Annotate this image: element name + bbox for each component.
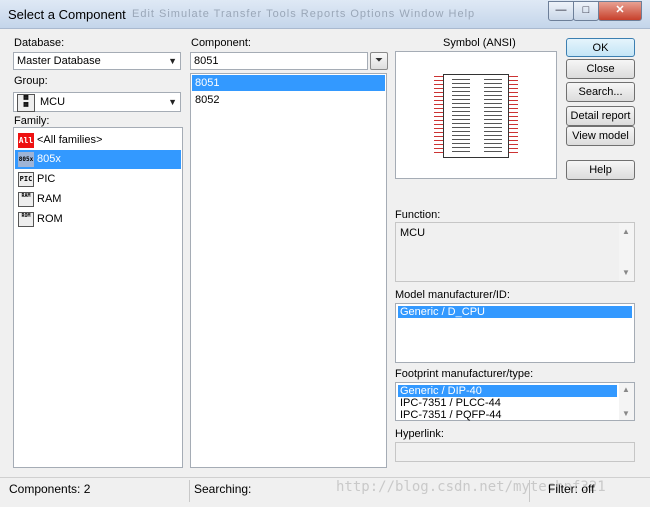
chip-symbol [443, 74, 509, 158]
family-label: Family: [14, 115, 50, 127]
chevron-down-icon: ▼ [168, 97, 177, 107]
function-label: Function: [395, 209, 441, 221]
family-item-805x[interactable]: 805x 805x [15, 150, 181, 169]
chevron-down-icon: ▼ [168, 56, 177, 66]
background-menu-text: Edit Simulate Transfer Tools Reports Opt… [132, 8, 476, 20]
status-separator [189, 480, 190, 502]
ram-chip-icon: RAM [18, 192, 34, 207]
pin-labels-right [484, 79, 502, 153]
family-item-label: RAM [37, 193, 62, 205]
footprint-item[interactable]: IPC-7351 / PLCC-44 [398, 397, 617, 409]
function-textarea[interactable]: MCU ▲ ▼ [395, 222, 635, 282]
detail-report-button[interactable]: Detail report [566, 106, 635, 126]
group-label: Group: [14, 75, 48, 87]
component-search-input[interactable]: 8051 [190, 52, 368, 70]
view-model-button[interactable]: View model [566, 126, 635, 146]
family-item-label: ROM [37, 213, 63, 225]
family-item-label: 805x [37, 153, 61, 165]
footprint-label: Footprint manufacturer/type: [395, 368, 534, 380]
symbol-label: Symbol (ANSI) [443, 37, 516, 49]
pin-labels-left [452, 79, 470, 153]
pic-chip-icon: PIC [18, 172, 34, 187]
rom-chip-icon: ROM [18, 212, 34, 227]
model-item[interactable]: Generic / D_CPU [398, 306, 632, 318]
window-title: Select a Component [8, 7, 126, 22]
filter-status: Filter: off [548, 482, 595, 496]
family-item-ram[interactable]: RAM RAM [15, 190, 181, 209]
component-label: Component: [191, 37, 251, 49]
footprint-item[interactable]: IPC-7351 / PQFP-44 [398, 409, 617, 421]
model-manufacturer-label: Model manufacturer/ID: [395, 289, 510, 301]
group-dropdown[interactable]: ▦ ▦ MCU ▼ [13, 92, 181, 112]
family-item-label: PIC [37, 173, 56, 185]
hyperlink-label: Hyperlink: [395, 428, 444, 440]
footprint-item[interactable]: Generic / DIP-40 [398, 385, 617, 397]
function-value: MCU [400, 227, 426, 239]
function-scrollbar[interactable]: ▲ ▼ [619, 223, 634, 281]
searching-status: Searching: [194, 482, 252, 496]
footprint-list[interactable]: Generic / DIP-40 IPC-7351 / PLCC-44 IPC-… [395, 382, 635, 421]
model-manufacturer-list[interactable]: Generic / D_CPU [395, 303, 635, 363]
component-list[interactable]: 8051 8052 [190, 73, 387, 468]
database-value: Master Database [17, 55, 101, 67]
scroll-down-icon[interactable]: ▼ [622, 268, 630, 277]
scroll-up-icon[interactable]: ▲ [622, 227, 630, 236]
filter-icon[interactable]: ⏷ [370, 52, 388, 70]
components-count: Components: 2 [9, 482, 91, 496]
family-item-all[interactable]: All <All families> [15, 131, 181, 150]
all-families-icon: All [18, 133, 34, 148]
symbol-preview [395, 51, 557, 179]
family-item-label: <All families> [37, 134, 103, 146]
close-window-button[interactable]: ✕ [598, 1, 642, 21]
family-list[interactable]: All <All families> 805x 805x PIC PIC RAM… [13, 127, 183, 468]
family-item-pic[interactable]: PIC PIC [15, 170, 181, 189]
minimize-button[interactable]: — [548, 1, 574, 21]
search-button[interactable]: Search... [566, 82, 635, 102]
component-item-8051[interactable]: 8051 [192, 75, 385, 91]
scroll-down-icon[interactable]: ▼ [622, 409, 630, 418]
help-button[interactable]: Help [566, 160, 635, 180]
database-label: Database: [14, 37, 65, 49]
group-value: MCU [40, 96, 66, 108]
component-item-8052[interactable]: 8052 [192, 92, 385, 108]
close-button[interactable]: Close [566, 59, 635, 79]
maximize-button[interactable]: □ [573, 1, 599, 21]
mcu-chip-icon: ▦ ▦ [17, 94, 35, 112]
footprint-scrollbar[interactable]: ▲ ▼ [619, 383, 634, 420]
chip-805x-icon: 805x [18, 152, 34, 167]
pins-right [509, 76, 518, 156]
family-item-rom[interactable]: ROM ROM [15, 210, 181, 229]
hyperlink-field[interactable] [395, 442, 635, 462]
ok-button[interactable]: OK [566, 38, 635, 57]
database-dropdown[interactable]: Master Database ▼ [13, 52, 181, 70]
scroll-up-icon[interactable]: ▲ [622, 385, 630, 394]
pins-left [434, 76, 443, 156]
component-search-value: 8051 [194, 55, 219, 67]
